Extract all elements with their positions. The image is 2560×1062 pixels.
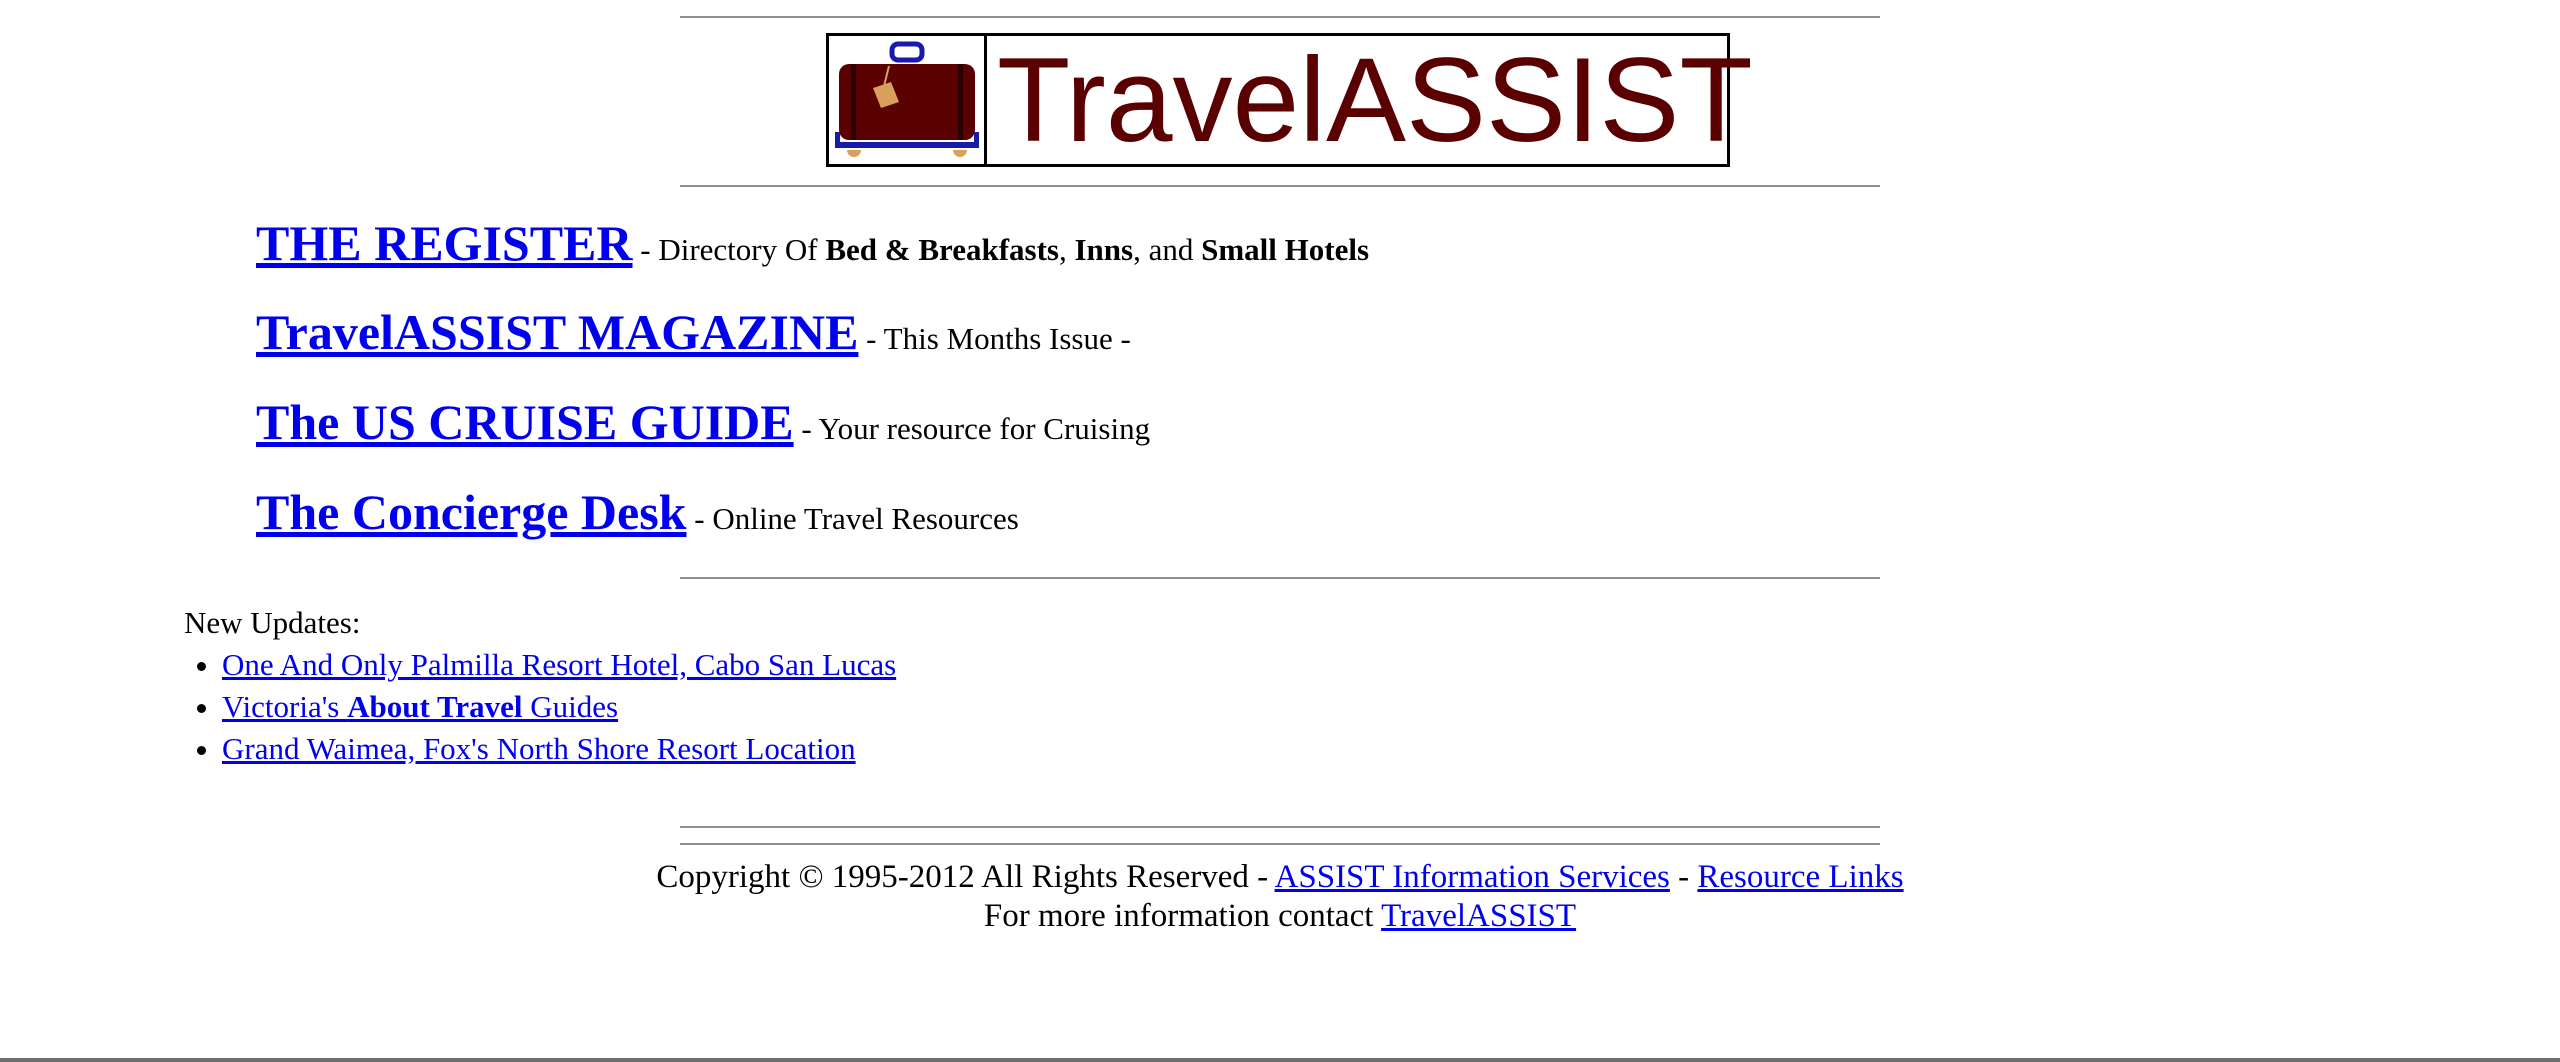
footer-divider-2 [680, 843, 1880, 845]
footer: Copyright © 1995-2012 All Rights Reserve… [0, 858, 2560, 936]
victoria-post: Guides [522, 689, 619, 724]
register-desc-prefix: - Directory Of [632, 232, 826, 267]
register-inns: Inns [1074, 232, 1134, 267]
magazine-desc: - This Months Issue - [858, 321, 1131, 356]
magazine-link[interactable]: TravelASSIST MAGAZINE [256, 304, 858, 360]
register-bed-breakfasts: Bed & Breakfasts [825, 232, 1059, 267]
victoria-bold: About Travel [347, 689, 523, 724]
window-bottom-edge [0, 1058, 2560, 1062]
register-sep2: , and [1133, 232, 1202, 267]
concierge-link[interactable]: The Concierge Desk [256, 484, 687, 540]
register-sep1: , [1058, 232, 1075, 267]
updates-list: One And Only Palmilla Resort Hotel, Cabo… [184, 644, 896, 770]
victoria-pre: Victoria's [222, 689, 348, 724]
suitcase-icon [829, 36, 987, 164]
footer-divider-1 [680, 826, 1880, 828]
updates-heading: New Updates: [184, 605, 361, 640]
travelassist-logo[interactable]: TravelASSIST [826, 33, 1753, 167]
copyright-text: Copyright © 1995-2012 All Rights Reserve… [656, 859, 1275, 895]
list-item: One And Only Palmilla Resort Hotel, Cabo… [222, 644, 896, 686]
resource-links-link[interactable]: Resource Links [1697, 859, 1903, 895]
list-item: Victoria's About Travel Guides [222, 686, 896, 728]
assist-information-services-link[interactable]: ASSIST Information Services [1275, 859, 1670, 895]
cruise-guide-desc: - Your resource for Cruising [793, 411, 1151, 446]
footer-copyright-line: Copyright © 1995-2012 All Rights Reserve… [0, 858, 2560, 897]
register-small-hotels: Small Hotels [1201, 232, 1370, 267]
footer-contact-line: For more information contact TravelASSIS… [0, 897, 2560, 936]
logo-text: TravelASSIST [997, 33, 1753, 167]
top-divider [680, 16, 1880, 18]
footer-sep: - [1669, 859, 1698, 895]
new-updates: New Updates: One And Only Palmilla Resor… [184, 602, 896, 770]
logo-bottom-divider [680, 185, 1880, 187]
update-link-victoria[interactable]: Victoria's About Travel Guides [222, 689, 618, 724]
concierge-desc: - Online Travel Resources [686, 501, 1019, 536]
section-concierge: The Concierge Desk - Online Travel Resou… [256, 487, 1019, 537]
update-link-grand-waimea[interactable]: Grand Waimea, Fox's North Shore Resort L… [222, 731, 856, 766]
cruise-guide-link[interactable]: The US CRUISE GUIDE [256, 394, 794, 450]
sections-divider [680, 577, 1880, 579]
update-link-palmilla[interactable]: One And Only Palmilla Resort Hotel, Cabo… [222, 647, 896, 682]
section-register: THE REGISTER - Directory Of Bed & Breakf… [256, 218, 1369, 268]
register-link[interactable]: THE REGISTER [256, 215, 633, 271]
contact-travelassist-link[interactable]: TravelASSIST [1381, 898, 1576, 934]
contact-prefix: For more information contact [983, 898, 1382, 934]
section-cruise-guide: The US CRUISE GUIDE - Your resource for … [256, 397, 1150, 447]
list-item: Grand Waimea, Fox's North Shore Resort L… [222, 728, 896, 770]
section-magazine: TravelASSIST MAGAZINE - This Months Issu… [256, 307, 1131, 357]
